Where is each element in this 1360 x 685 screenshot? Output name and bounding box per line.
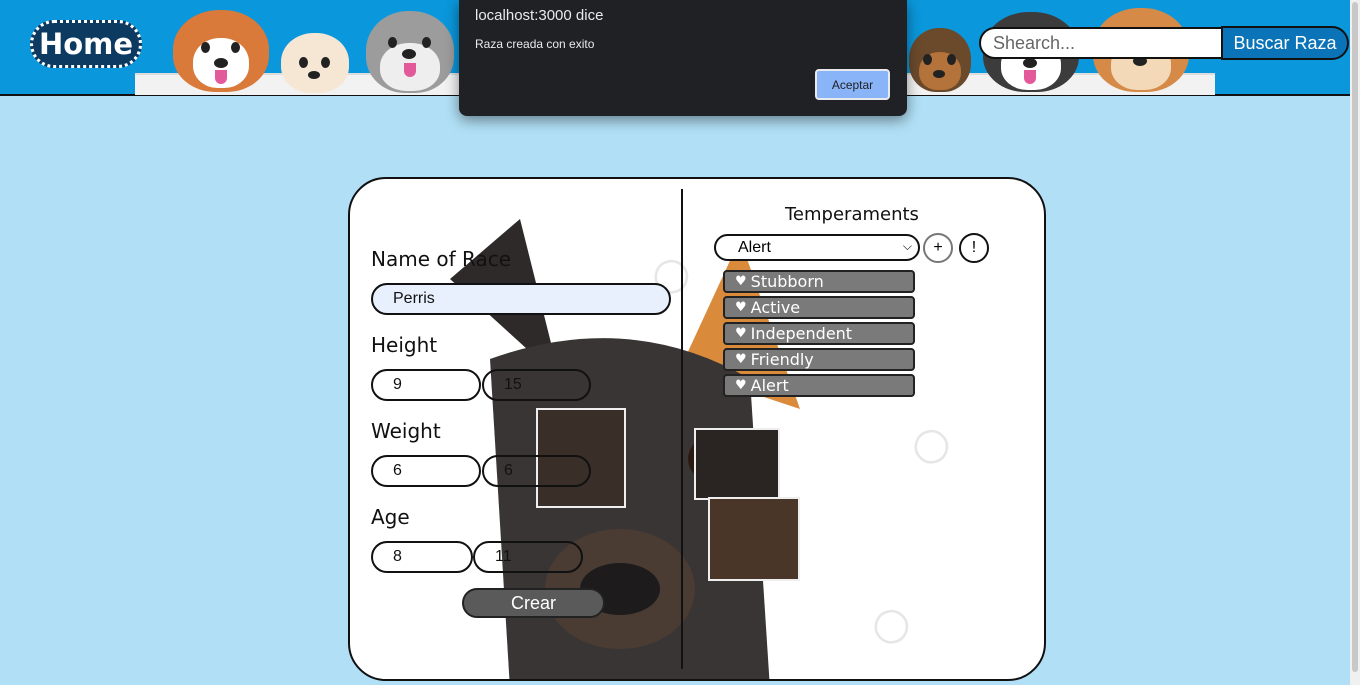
create-breed-card: ○ ○ ○ Name of Race Perris Height 9 15 We… (348, 177, 1046, 681)
create-button[interactable]: Crear (462, 588, 605, 618)
height-label: Height (371, 333, 438, 357)
temperament-item[interactable]: ♥ Active (723, 296, 915, 319)
page-scrollbar[interactable] (1350, 0, 1360, 685)
scrollbar-thumb[interactable] (1352, 2, 1358, 672)
search-input[interactable] (979, 27, 1223, 59)
heart-icon: ♥ (735, 274, 747, 289)
age-label: Age (371, 505, 410, 529)
temperament-item[interactable]: ♥ Stubborn (723, 270, 915, 293)
column-divider (681, 189, 683, 669)
heart-icon: ♥ (735, 378, 747, 393)
temperament-select-value: Alert (738, 238, 771, 256)
temperament-item-label: Friendly (750, 350, 814, 369)
breed-form: Name of Race Perris Height 9 15 Weight 6… (350, 179, 680, 679)
chevron-down-icon: ⌵ (902, 239, 912, 253)
name-label: Name of Race (371, 247, 512, 271)
search-button[interactable]: Buscar Raza (1221, 26, 1349, 60)
height-min-input[interactable]: 9 (371, 369, 481, 401)
temperament-item[interactable]: ♥ Friendly (723, 348, 915, 371)
temperament-item[interactable]: ♥ Alert (723, 374, 915, 397)
heart-icon: ♥ (735, 326, 747, 341)
dialog-ok-button[interactable]: Aceptar (815, 69, 890, 100)
age-min-input[interactable]: 8 (371, 541, 473, 573)
heart-icon: ♥ (735, 300, 747, 315)
dialog-title: localhost:3000 dice (475, 7, 604, 24)
name-input[interactable]: Perris (371, 283, 671, 315)
weight-min-input[interactable]: 6 (371, 455, 481, 487)
temperament-item[interactable]: ♥ Independent (723, 322, 915, 345)
home-button[interactable]: Home (30, 20, 142, 68)
weight-label: Weight (371, 419, 441, 443)
temperament-item-label: Alert (750, 376, 789, 395)
temperament-select[interactable]: Alert ⌵ (714, 234, 920, 261)
heart-icon: ♥ (735, 352, 747, 367)
dog-illustration (165, 0, 275, 95)
temperament-item-label: Active (750, 298, 801, 317)
dialog-message: Raza creada con exito (475, 37, 595, 51)
temperament-item-label: Stubborn (750, 272, 824, 291)
add-temperament-button[interactable]: + (923, 233, 953, 263)
temperaments-panel: Temperaments Alert ⌵ + ! ♥ Stubborn ♥ Ac… (690, 179, 1040, 679)
dog-illustration (905, 10, 975, 95)
temperament-item-label: Independent (750, 324, 853, 343)
weight-max-input[interactable]: 6 (482, 455, 591, 487)
temperaments-title: Temperaments (785, 204, 919, 225)
age-max-input[interactable]: 11 (473, 541, 583, 573)
dog-illustration (275, 15, 355, 95)
info-button[interactable]: ! (959, 233, 989, 263)
alert-dialog: localhost:3000 dice Raza creada con exit… (459, 0, 907, 116)
height-max-input[interactable]: 15 (482, 369, 591, 401)
dog-illustration (360, 3, 460, 95)
